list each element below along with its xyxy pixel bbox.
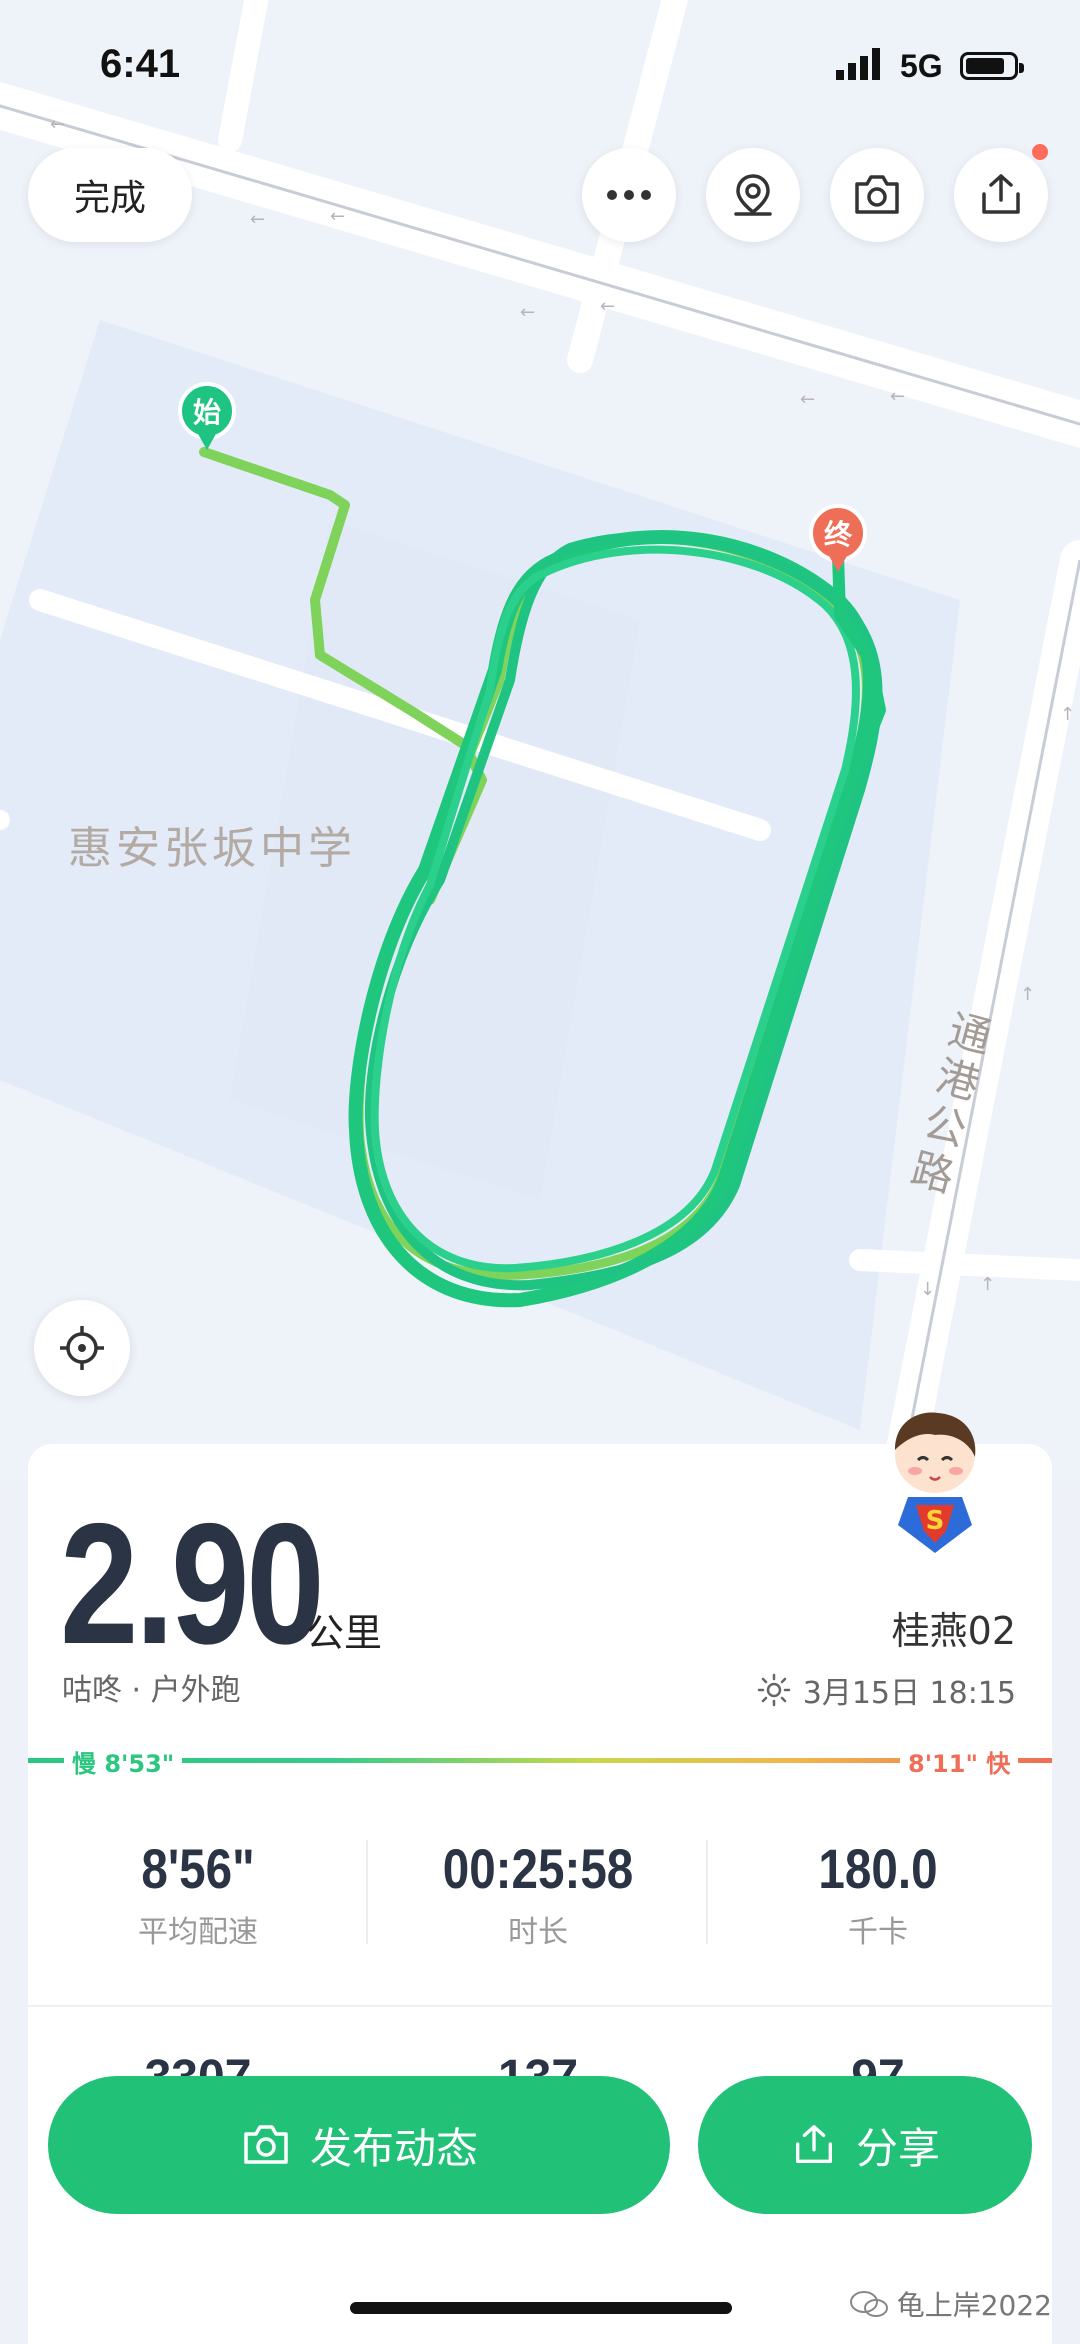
sun-icon xyxy=(757,1673,790,1707)
location-pin-icon xyxy=(734,174,772,216)
divider xyxy=(28,2005,1052,2007)
stat-value: 180.0 xyxy=(818,1837,938,1900)
svg-text:↓: ↓ xyxy=(920,1279,935,1300)
svg-text:←: ← xyxy=(330,206,345,227)
svg-text:S: S xyxy=(926,1506,945,1536)
svg-text:←: ← xyxy=(520,302,535,323)
svg-text:←: ← xyxy=(800,389,815,410)
svg-text:←: ← xyxy=(890,386,905,407)
svg-text:←: ← xyxy=(600,296,615,317)
share-icon xyxy=(982,174,1020,214)
share-button[interactable]: 分享 xyxy=(698,2076,1032,2214)
network-type: 5G xyxy=(900,48,943,84)
distance-unit: 公里 xyxy=(306,1611,383,1655)
svg-text:←: ← xyxy=(250,209,265,230)
user-avatar[interactable]: S xyxy=(880,1405,990,1555)
wechat-icon xyxy=(849,2291,888,2317)
poi-label-school: 惠安张坂中学 xyxy=(68,823,356,874)
divider xyxy=(366,1840,368,1944)
status-time: 6:41 xyxy=(100,42,181,86)
signal-icon xyxy=(836,48,880,80)
notification-dot xyxy=(1032,144,1048,160)
camera-button[interactable] xyxy=(830,148,924,242)
more-button[interactable] xyxy=(582,148,676,242)
share-top-button[interactable] xyxy=(954,144,1048,242)
stat-value: 8'56" xyxy=(141,1837,255,1900)
share-label: 分享 xyxy=(855,2123,940,2173)
activity-date: 3月15日 18:15 xyxy=(757,1668,1016,1712)
status-bar: 6:41 5G xyxy=(0,0,1080,130)
svg-text:↑: ↑ xyxy=(1020,984,1035,1005)
watermark-text: 龟上岸2022 xyxy=(896,2289,1052,2322)
start-marker[interactable]: 始 xyxy=(178,382,236,454)
pace-fast-label: 8'11" 快 xyxy=(900,1744,1019,1779)
post-activity-button[interactable]: 发布动态 xyxy=(48,2076,670,2214)
camera-icon xyxy=(244,2125,288,2164)
location-button[interactable] xyxy=(706,148,800,242)
stat-calories: 180.0 千卡 xyxy=(728,1836,1028,1951)
svg-text:↑: ↑ xyxy=(980,1274,995,1295)
crosshair-icon xyxy=(60,1326,104,1370)
recenter-button[interactable] xyxy=(34,1300,130,1396)
svg-text:↑: ↑ xyxy=(1060,704,1075,725)
stat-label: 平均配速 xyxy=(138,1915,258,1950)
stat-avg-pace: 8'56" 平均配速 xyxy=(48,1836,348,1951)
stat-duration: 00:25:58 时长 xyxy=(388,1836,688,1951)
stat-label: 千卡 xyxy=(848,1915,908,1950)
home-indicator[interactable] xyxy=(350,2302,732,2314)
post-activity-label: 发布动态 xyxy=(309,2123,478,2173)
user-name[interactable]: 桂燕02 xyxy=(892,1600,1016,1655)
stat-label: 时长 xyxy=(508,1915,568,1950)
more-icon xyxy=(607,190,651,200)
watermark: 龟上岸2022 xyxy=(849,2284,1052,2324)
camera-icon xyxy=(855,175,899,214)
done-button[interactable]: 完成 xyxy=(28,148,192,242)
battery-icon xyxy=(960,52,1024,80)
divider xyxy=(706,1840,708,1944)
pace-slow-label: 慢 8'53" xyxy=(64,1744,183,1779)
activity-date-text: 3月15日 18:15 xyxy=(802,1676,1016,1711)
activity-type: 咕咚 · 户外跑 xyxy=(62,1673,241,1708)
distance-value: 2.90 xyxy=(60,1488,325,1680)
end-marker[interactable]: 终 xyxy=(809,504,867,576)
share-icon xyxy=(795,2125,832,2163)
stat-value: 00:25:58 xyxy=(442,1837,634,1900)
